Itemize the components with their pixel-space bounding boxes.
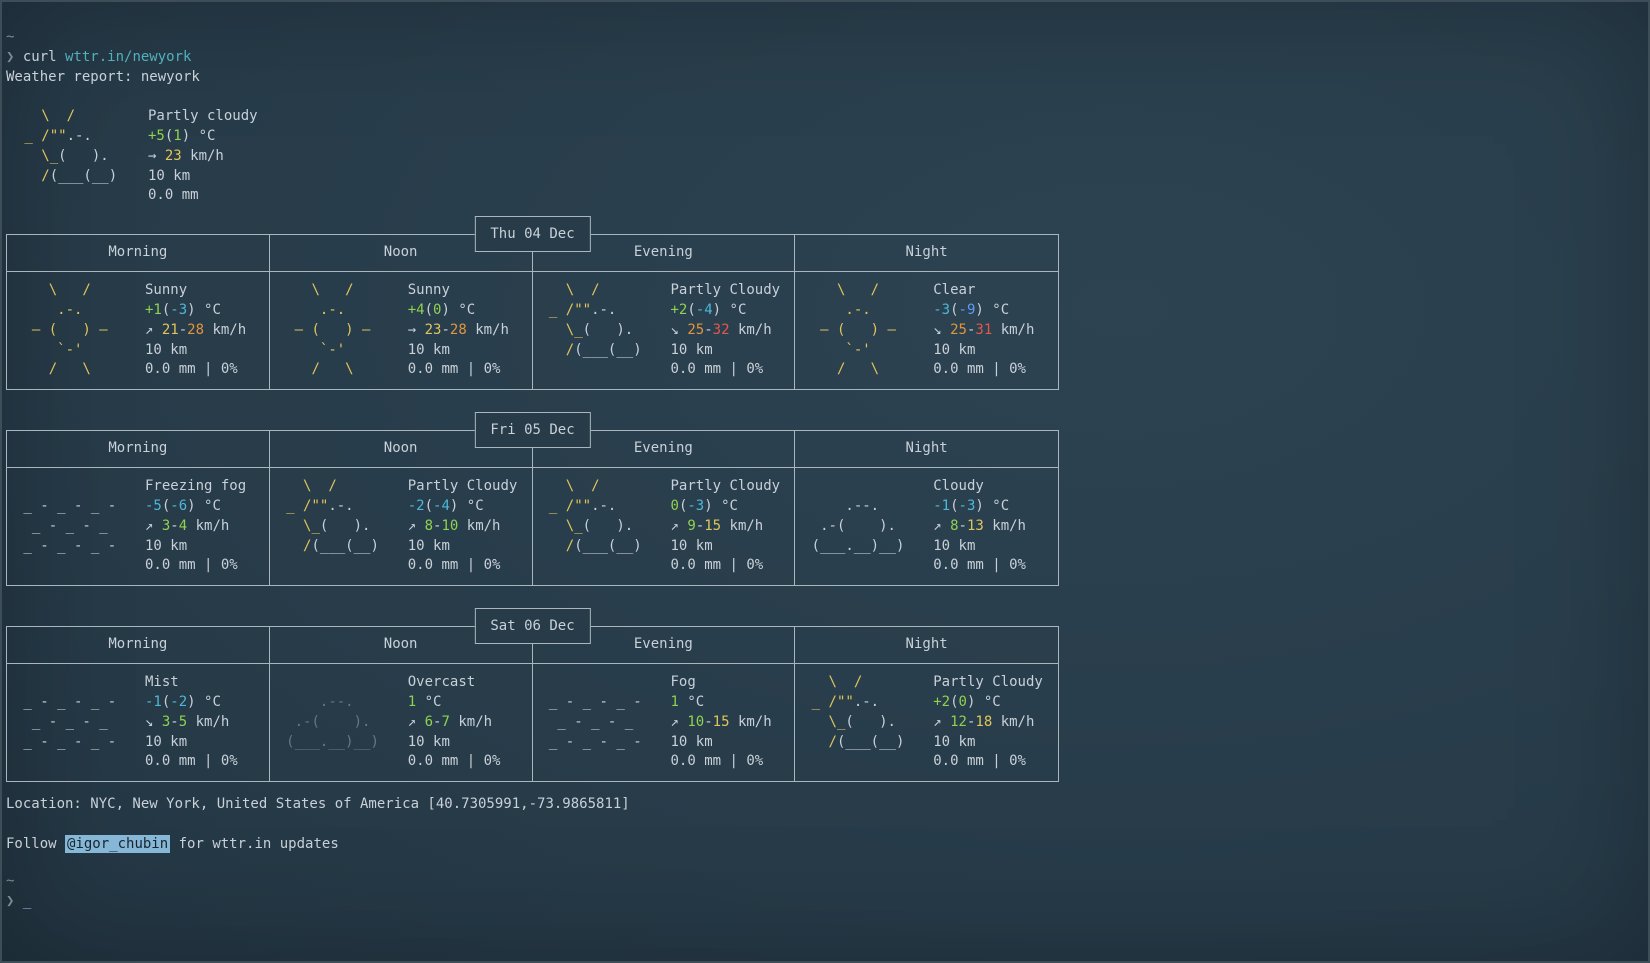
period-header: Morning — [7, 431, 270, 467]
weather-info: Fog1 °C↗ 10-15 km/h10 km0.0 mm | 0% — [671, 673, 772, 772]
period-header: Morning — [7, 235, 270, 271]
forecast-day: Thu 04 DecMorningNoonEveningNight \ / .-… — [6, 234, 1059, 390]
forecast-days: Thu 04 DecMorningNoonEveningNight \ / .-… — [6, 234, 1648, 782]
weather-info: Sunny+1(-3) °C↗ 21-28 km/h10 km0.0 mm | … — [145, 281, 246, 380]
weather-art-icon: \ / _ /"".-. \_( ). /(___(__) — [541, 281, 671, 380]
forecast-cell: .--. .-( ). (___.__)__)Overcast1 °C↗ 6-7… — [270, 664, 533, 781]
period-header: Morning — [7, 627, 270, 663]
location-line: Location: NYC, New York, United States o… — [6, 795, 1648, 815]
date-box: Fri 05 Dec — [474, 412, 590, 448]
prompt-chevron-icon-2: ❯ — [6, 893, 14, 909]
follow-line: Follow @igor_chubin for wttr.in updates — [6, 835, 1648, 855]
weather-art-icon: \ / _ /"".-. \_( ). /(___(__) — [803, 673, 933, 772]
terminal-window: ~ ❯ curl wttr.in/newyork Weather report:… — [0, 0, 1650, 963]
forecast-table: MorningNoonEveningNight _ - _ - _ - _ - … — [6, 626, 1059, 782]
follow-handle-link[interactable]: @igor_chubin — [65, 835, 170, 853]
report-title: Weather report: newyork — [6, 68, 1648, 88]
weather-info: Partly cloudy+5(1) °C→ 23 km/h10 km0.0 m… — [148, 107, 258, 206]
weather-info: Freezing fog-5(-6) °C↗ 3-4 km/h10 km0.0 … — [145, 477, 246, 576]
command-text: curl — [14, 49, 65, 65]
forecast-cell: _ - _ - _ - _ - _ - _ _ - _ - _ -Fog1 °C… — [533, 664, 796, 781]
period-header: Night — [795, 627, 1058, 663]
forecast-cell: \ / .-. ― ( ) ― `-' / \Sunny+4(0) °C→ 23… — [270, 272, 533, 389]
follow-suffix: for wttr.in updates — [170, 836, 339, 852]
follow-prefix: Follow — [6, 836, 65, 852]
weather-art-icon: \ / _ /"".-. \_( ). /(___(__) — [278, 477, 408, 576]
weather-info: Sunny+4(0) °C→ 23-28 km/h10 km0.0 mm | 0… — [408, 281, 509, 380]
weather-info: Partly Cloudy-2(-4) °C↗ 8-10 km/h10 km0.… — [408, 477, 518, 576]
weather-art-icon: \ / _ /"".-. \_( ). /(___(__) — [16, 107, 148, 206]
forecast-cell: _ - _ - _ - _ - _ - _ _ - _ - _ -Mist-1(… — [7, 664, 270, 781]
forecast-table: MorningNoonEveningNight \ / .-. ― ( ) ― … — [6, 234, 1059, 390]
weather-info: Partly Cloudy+2(0) °C↗ 12-18 km/h10 km0.… — [933, 673, 1043, 772]
weather-info: Partly Cloudy0(-3) °C↗ 9-15 km/h10 km0.0… — [671, 477, 781, 576]
weather-info: Cloudy-1(-3) °C↗ 8-13 km/h10 km0.0 mm | … — [933, 477, 1026, 576]
text-cursor: _ — [23, 893, 31, 909]
weather-art-icon: _ - _ - _ - _ - _ - _ _ - _ - _ - — [541, 673, 671, 772]
forecast-day: Fri 05 DecMorningNoonEveningNight _ - _ … — [6, 430, 1059, 586]
forecast-cell: _ - _ - _ - _ - _ - _ _ - _ - _ -Freezin… — [7, 468, 270, 585]
forecast-cell: \ / _ /"".-. \_( ). /(___(__)Partly Clou… — [795, 664, 1058, 781]
weather-info: Partly Cloudy+2(-4) °C↘ 25-32 km/h10 km0… — [671, 281, 781, 380]
weather-art-icon: \ / .-. ― ( ) ― `-' / \ — [803, 281, 933, 380]
weather-art-icon: .--. .-( ). (___.__)__) — [803, 477, 933, 576]
weather-art-icon: _ - _ - _ - _ - _ - _ _ - _ - _ - — [15, 673, 145, 772]
shell-cwd: ~ — [6, 28, 1648, 48]
date-box: Sat 06 Dec — [474, 608, 590, 644]
forecast-table: MorningNoonEveningNight _ - _ - _ - _ - … — [6, 430, 1059, 586]
weather-art-icon: .--. .-( ). (___.__)__) — [278, 673, 408, 772]
weather-info: Mist-1(-2) °C↘ 3-5 km/h10 km0.0 mm | 0% — [145, 673, 238, 772]
forecast-cell: \ / _ /"".-. \_( ). /(___(__)Partly Clou… — [533, 272, 796, 389]
weather-info: Clear-3(-9) °C↘ 25-31 km/h10 km0.0 mm | … — [933, 281, 1034, 380]
date-box: Thu 04 Dec — [474, 216, 590, 252]
period-header: Night — [795, 431, 1058, 467]
forecast-day: Sat 06 DecMorningNoonEveningNight _ - _ … — [6, 626, 1059, 782]
forecast-cell: \ / _ /"".-. \_( ). /(___(__)Partly Clou… — [533, 468, 796, 585]
weather-art-icon: _ - _ - _ - _ - _ - _ _ - _ - _ - — [15, 477, 145, 576]
command-line: ❯ curl wttr.in/newyork — [6, 48, 1648, 68]
forecast-cell: .--. .-( ). (___.__)__)Cloudy-1(-3) °C↗ … — [795, 468, 1058, 585]
weather-art-icon: \ / .-. ― ( ) ― `-' / \ — [15, 281, 145, 380]
forecast-cell: \ / .-. ― ( ) ― `-' / \Sunny+1(-3) °C↗ 2… — [7, 272, 270, 389]
weather-info: Overcast1 °C↗ 6-7 km/h10 km0.0 mm | 0% — [408, 673, 501, 772]
current-conditions: \ / _ /"".-. \_( ). /(___(__)Partly clou… — [6, 107, 1648, 206]
weather-art-icon: \ / _ /"".-. \_( ). /(___(__) — [541, 477, 671, 576]
command-url: wttr.in/newyork — [65, 49, 191, 65]
forecast-cell: \ / _ /"".-. \_( ). /(___(__)Partly Clou… — [270, 468, 533, 585]
prompt-line[interactable]: ❯_ — [6, 892, 1648, 912]
period-header: Night — [795, 235, 1058, 271]
forecast-cell: \ / .-. ― ( ) ― `-' / \Clear-3(-9) °C↘ 2… — [795, 272, 1058, 389]
weather-art-icon: \ / .-. ― ( ) ― `-' / \ — [278, 281, 408, 380]
shell-cwd-2: ~ — [6, 872, 1648, 892]
